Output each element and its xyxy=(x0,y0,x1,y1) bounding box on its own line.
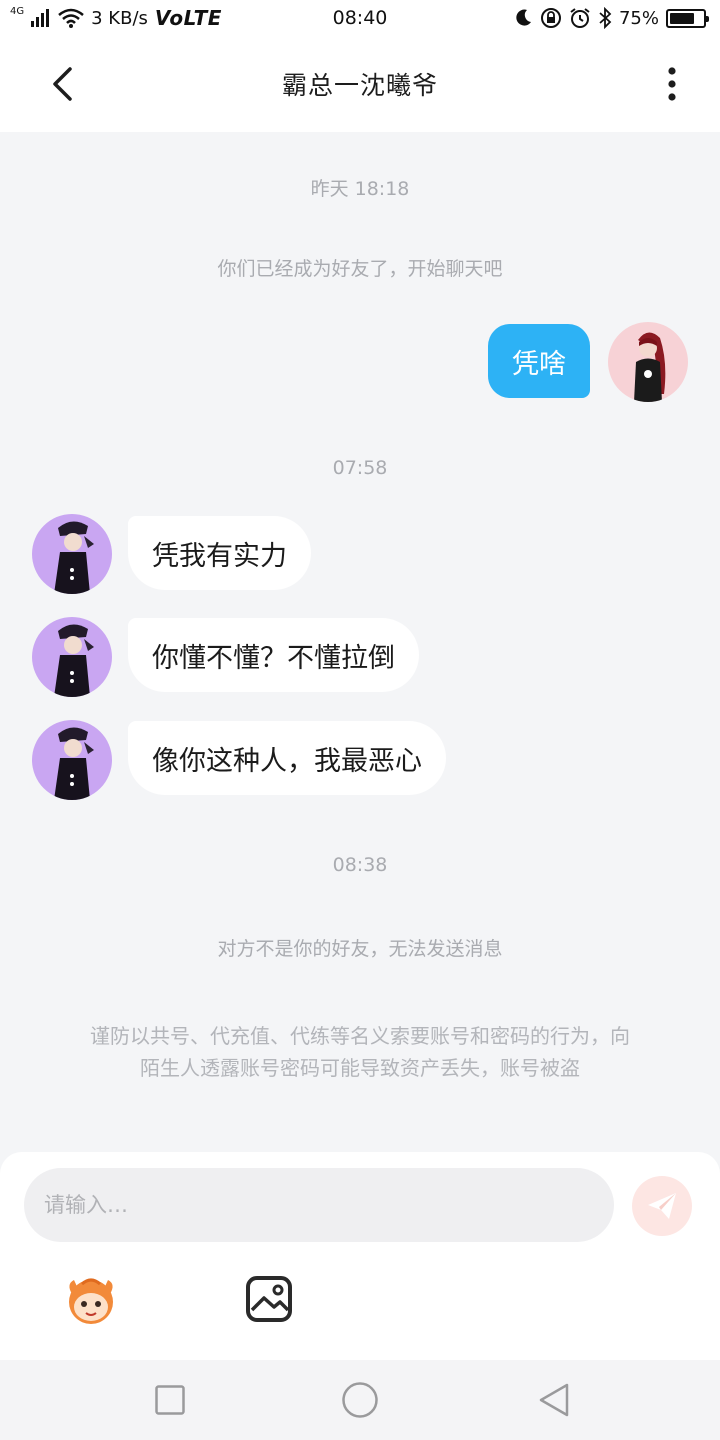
avatar-girl-icon xyxy=(608,322,688,402)
home-button[interactable] xyxy=(340,1380,380,1420)
timestamp: 08:38 xyxy=(332,854,388,876)
back-button[interactable] xyxy=(40,62,84,106)
chat-header: 霸总一沈曦爷 xyxy=(0,36,720,132)
security-notice-line: 谨防以共号、代充值、代练等名义索要账号和密码的行为，向 xyxy=(90,1024,630,1048)
system-back-button[interactable] xyxy=(534,1380,574,1420)
recent-apps-icon xyxy=(155,1385,185,1415)
input-panel xyxy=(0,1152,720,1360)
status-bar: 4G 3 KB/s VoLTE 08:40 75% xyxy=(0,0,720,36)
rotation-lock-icon xyxy=(540,8,561,28)
alarm-icon xyxy=(570,8,590,28)
image-button[interactable] xyxy=(244,1274,296,1326)
system-notice: 对方不是你的好友，无法发送消息 xyxy=(217,938,503,960)
incoming-message-bubble[interactable]: 像你这种人，我最恶心 xyxy=(128,721,446,795)
contact-avatar[interactable] xyxy=(32,720,112,800)
avatar-boy-icon xyxy=(32,720,112,800)
emoji-face-icon xyxy=(69,1278,113,1324)
message-input-wrapper[interactable] xyxy=(24,1168,614,1242)
incoming-message-bubble[interactable]: 你懂不懂？不懂拉倒 xyxy=(128,618,419,692)
moon-icon xyxy=(516,9,531,26)
incoming-message-bubble[interactable]: 凭我有实力 xyxy=(128,516,311,590)
timestamp: 07:58 xyxy=(332,457,388,479)
system-nav-bar xyxy=(0,1360,720,1440)
security-notice-line: 陌生人透露账号密码可能导致资产丢失，账号被盗 xyxy=(140,1056,580,1080)
message-input[interactable] xyxy=(44,1193,614,1217)
outgoing-message-bubble[interactable]: 凭啥 xyxy=(488,324,590,398)
contact-avatar[interactable] xyxy=(32,514,112,594)
self-avatar[interactable] xyxy=(608,322,688,402)
system-notice: 你们已经成为好友了，开始聊天吧 xyxy=(217,258,503,280)
volte-label: VoLTE xyxy=(154,6,222,30)
more-options-button[interactable] xyxy=(650,62,694,106)
send-button[interactable] xyxy=(632,1176,692,1236)
network-type: 4G xyxy=(10,6,25,17)
status-right: 75% xyxy=(513,7,709,29)
back-icon xyxy=(539,1383,569,1417)
timestamp: 昨天 18:18 xyxy=(310,178,410,200)
home-icon xyxy=(342,1382,378,1418)
more-vertical-icon xyxy=(668,67,676,101)
network-speed: 3 KB/s xyxy=(91,7,148,29)
chevron-left-icon xyxy=(53,67,72,101)
security-notice: 谨防以共号、代充值、代练等名义索要账号和密码的行为，向 陌生人透露账号密码可能导… xyxy=(50,1020,670,1084)
contact-avatar[interactable] xyxy=(32,617,112,697)
send-icon xyxy=(648,1193,676,1219)
avatar-boy-icon xyxy=(32,617,112,697)
wifi-icon xyxy=(58,8,84,28)
battery-icon xyxy=(666,8,709,28)
battery-level xyxy=(670,12,694,24)
page-title: 霸总一沈曦爷 xyxy=(281,71,438,100)
recent-apps-button[interactable] xyxy=(150,1380,190,1420)
emoji-button[interactable] xyxy=(60,1272,122,1328)
battery-percent: 75% xyxy=(618,7,659,29)
bluetooth-icon xyxy=(599,7,612,29)
avatar-boy-icon xyxy=(32,514,112,594)
chat-area[interactable]: 昨天 18:18 你们已经成为好友了，开始聊天吧 凭啥 07:58 凭我有实力 xyxy=(0,132,720,1152)
signal-icon xyxy=(31,9,50,27)
status-left: 4G 3 KB/s VoLTE xyxy=(10,6,222,30)
image-icon xyxy=(246,1276,292,1322)
